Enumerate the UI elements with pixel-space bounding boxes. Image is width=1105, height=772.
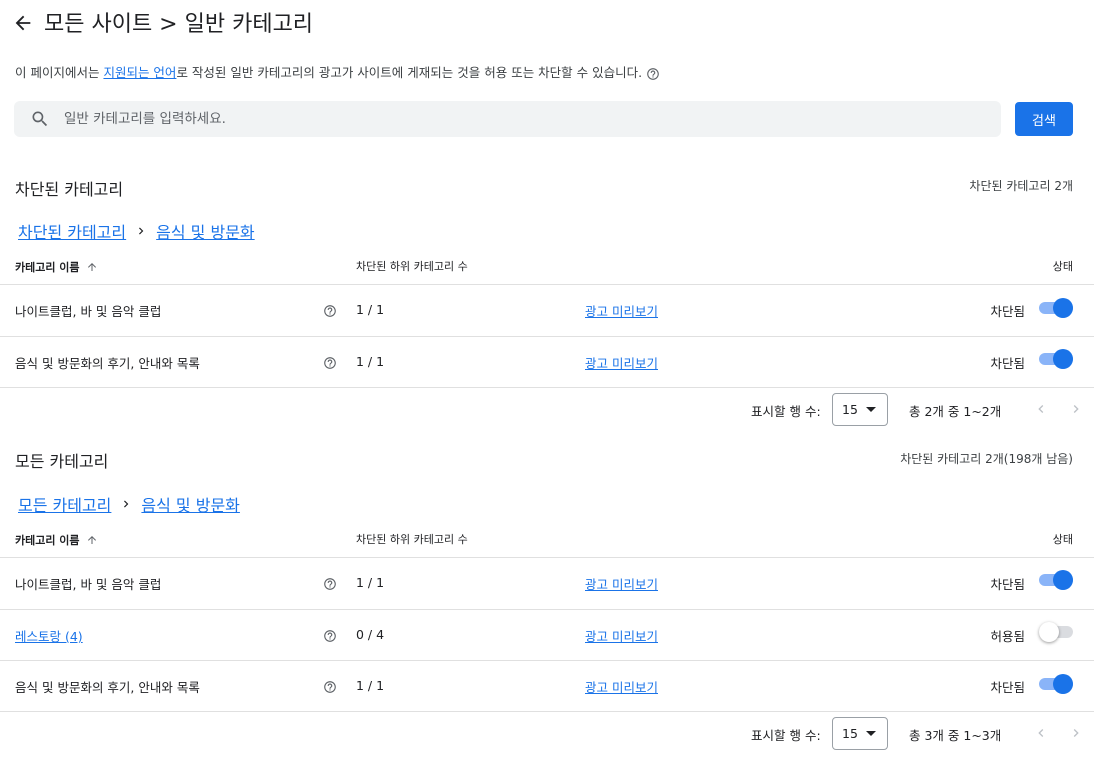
breadcrumb-food-and-dining[interactable]: 음식 및 방문화	[156, 219, 255, 243]
column-header-status: 상태	[1052, 533, 1073, 546]
column-header-name[interactable]: 카테고리 이름	[15, 532, 98, 548]
divider	[0, 284, 1094, 285]
dropdown-caret-icon	[865, 731, 876, 736]
breadcrumb-all-categories[interactable]: 모든 카테고리	[18, 492, 111, 516]
page-description: 이 페이지에서는 지원되는 언어로 작성된 일반 카테고리의 광고가 사이트에 …	[15, 62, 660, 81]
subcategory-count: 0 / 4	[356, 627, 385, 642]
supported-languages-link[interactable]: 지원되는 언어	[103, 65, 176, 80]
sort-ascending-icon	[87, 263, 96, 271]
column-header-status: 상태	[1052, 260, 1073, 273]
rows-per-page-label: 표시할 행 수:	[751, 728, 821, 743]
subcategory-count: 1 / 1	[356, 302, 385, 317]
rows-per-page-select[interactable]: 15	[832, 393, 888, 426]
ad-preview-link[interactable]: 광고 미리보기	[585, 301, 658, 320]
divider	[0, 336, 1094, 337]
description-text-after: 로 작성된 일반 카테고리의 광고가 사이트에 게재되는 것을 허용 또는 차단…	[176, 65, 643, 80]
page-title: 모든 사이트 > 일반 카테고리	[44, 12, 314, 37]
column-header-subcount: 차단된 하위 카테고리 수	[356, 533, 468, 546]
blocked-breadcrumb: 차단된 카테고리 음식 및 방문화	[18, 219, 255, 243]
column-header-name-label: 카테고리 이름	[15, 534, 80, 547]
status-label: 차단됨	[990, 577, 1025, 592]
subcategory-count: 1 / 1	[356, 354, 385, 369]
help-icon[interactable]	[323, 680, 337, 694]
divider	[0, 660, 1094, 661]
search-button[interactable]: 검색	[1015, 102, 1073, 136]
column-header-name[interactable]: 카테고리 이름	[15, 259, 98, 275]
rows-per-page-value: 15	[842, 726, 858, 741]
chevron-right-icon[interactable]	[1068, 725, 1084, 741]
subcategory-count: 1 / 1	[356, 575, 385, 590]
sort-ascending-icon	[87, 536, 96, 544]
status-toggle[interactable]	[1039, 570, 1073, 590]
chevron-right-icon[interactable]	[1068, 401, 1084, 417]
chevron-left-icon[interactable]	[1033, 725, 1049, 741]
arrow-back-icon[interactable]	[12, 12, 34, 34]
status-label: 차단됨	[990, 356, 1025, 371]
status-label: 차단됨	[990, 680, 1025, 695]
search-input[interactable]	[64, 101, 964, 137]
search-icon	[32, 111, 48, 127]
breadcrumb-blocked-categories[interactable]: 차단된 카테고리	[18, 219, 126, 243]
help-icon[interactable]	[323, 577, 337, 591]
dropdown-caret-icon	[865, 407, 876, 412]
all-section-count: 차단된 카테고리 2개(198개 남음)	[900, 452, 1073, 466]
help-icon[interactable]	[323, 629, 337, 643]
chevron-left-icon[interactable]	[1033, 401, 1049, 417]
category-name-link[interactable]: 레스토랑 (4)	[15, 626, 83, 645]
description-text-before: 이 페이지에서는	[15, 65, 104, 80]
status-toggle[interactable]	[1039, 622, 1073, 642]
blocked-section-count: 차단된 카테고리 2개	[969, 179, 1073, 193]
ad-preview-link[interactable]: 광고 미리보기	[585, 626, 658, 645]
column-header-name-label: 카테고리 이름	[15, 261, 80, 274]
status-toggle[interactable]	[1039, 674, 1073, 694]
status-toggle[interactable]	[1039, 298, 1073, 318]
category-name: 나이트클럽, 바 및 음악 클럽	[15, 577, 162, 592]
pagination-range: 총 2개 중 1~2개	[909, 404, 1002, 419]
category-name: 음식 및 방문화의 후기, 안내와 목록	[15, 680, 200, 695]
help-icon[interactable]	[323, 356, 337, 370]
ad-preview-link[interactable]: 광고 미리보기	[585, 574, 658, 593]
help-icon[interactable]	[323, 304, 337, 318]
category-name: 나이트클럽, 바 및 음악 클럽	[15, 304, 162, 319]
chevron-right-icon	[139, 227, 144, 235]
divider	[0, 711, 1094, 712]
all-breadcrumb: 모든 카테고리 음식 및 방문화	[18, 492, 240, 516]
pagination-range: 총 3개 중 1~3개	[909, 728, 1002, 743]
rows-per-page-label: 표시할 행 수:	[751, 404, 821, 419]
column-header-subcount: 차단된 하위 카테고리 수	[356, 260, 468, 273]
divider	[0, 609, 1094, 610]
blocked-section-title: 차단된 카테고리	[15, 180, 124, 199]
status-toggle[interactable]	[1039, 349, 1073, 369]
status-label: 허용됨	[990, 629, 1025, 644]
divider	[0, 387, 1094, 388]
subcategory-count: 1 / 1	[356, 678, 385, 693]
ad-preview-link[interactable]: 광고 미리보기	[585, 353, 658, 372]
rows-per-page-select[interactable]: 15	[832, 717, 888, 750]
category-name: 음식 및 방문화의 후기, 안내와 목록	[15, 356, 200, 371]
ad-preview-link[interactable]: 광고 미리보기	[585, 677, 658, 696]
all-section-title: 모든 카테고리	[15, 452, 109, 471]
divider	[0, 557, 1094, 558]
help-icon[interactable]	[646, 67, 660, 81]
status-label: 차단됨	[990, 304, 1025, 319]
breadcrumb-food-and-dining[interactable]: 음식 및 방문화	[141, 492, 240, 516]
chevron-right-icon	[124, 500, 129, 508]
rows-per-page-value: 15	[842, 402, 858, 417]
